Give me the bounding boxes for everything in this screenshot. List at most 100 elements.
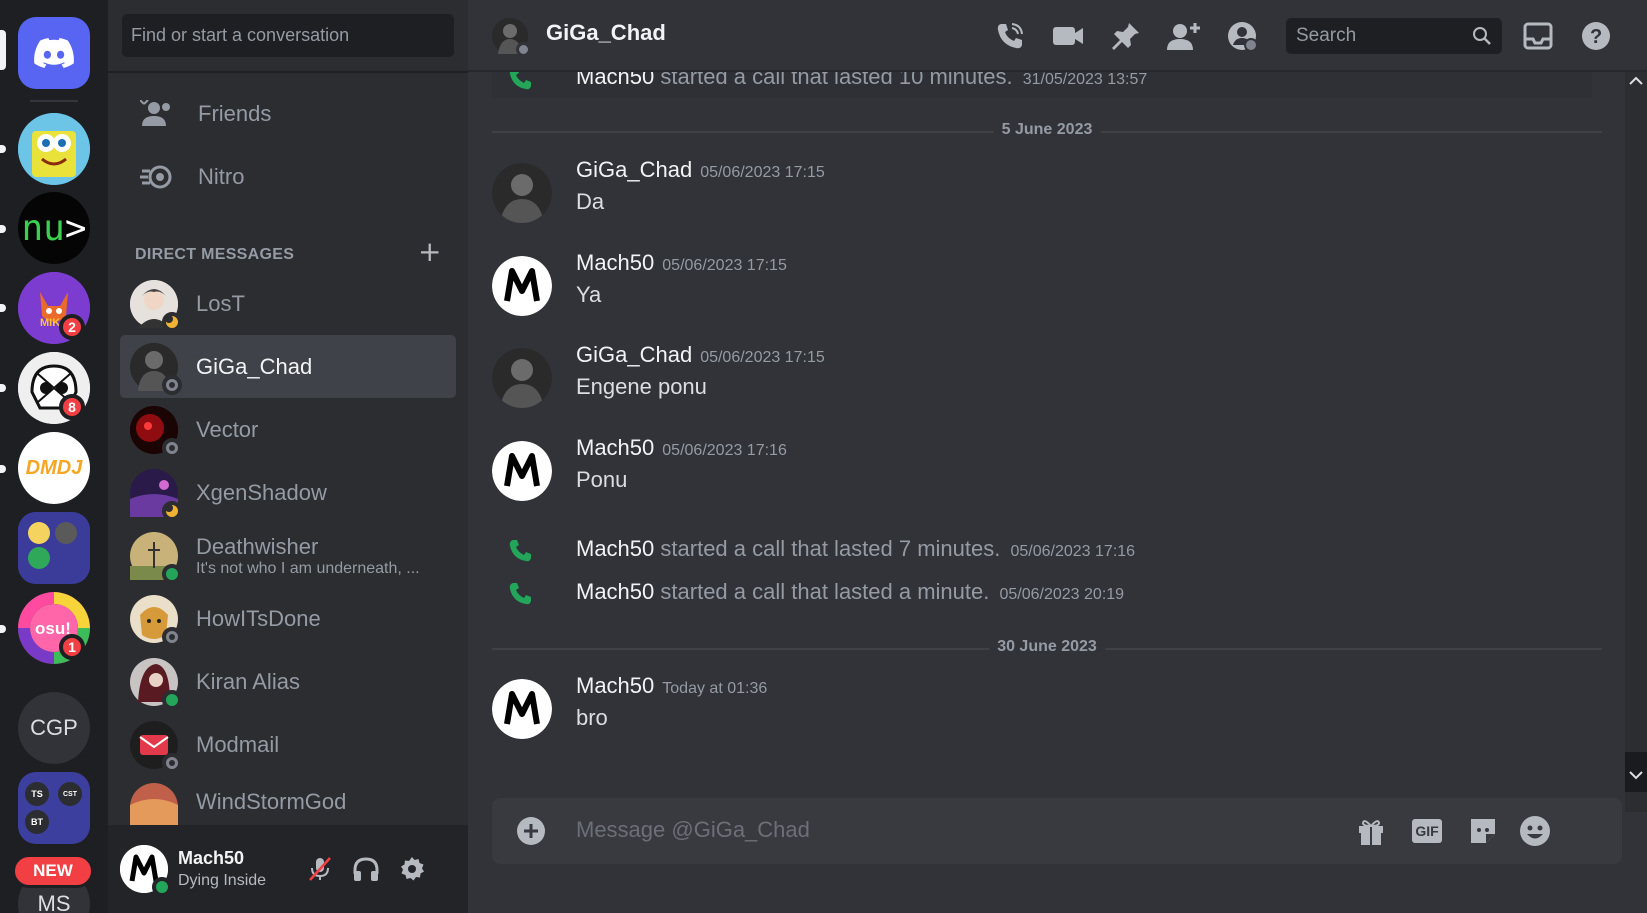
status-offline-icon: [162, 374, 182, 395]
message-input[interactable]: Message @GiGa_Chad: [576, 817, 810, 843]
call-author[interactable]: Mach50: [576, 536, 654, 561]
call-timestamp: 05/06/2023 20:19: [999, 586, 1125, 603]
dm-custom-status: It's not who I am underneath, ...: [196, 559, 420, 577]
nu-server[interactable]: nu>: [18, 192, 90, 264]
search-placeholder: Search: [1296, 25, 1357, 46]
message-timestamp: 05/06/2023 17:15: [662, 257, 787, 274]
message-avatar[interactable]: [492, 348, 552, 408]
message-author[interactable]: GiGa_Chad: [576, 157, 692, 182]
discord-app: nu> MIK 2 8 DMDJ osu! 1 CGP TS CST BT MS…: [0, 0, 1647, 913]
dmdj-server[interactable]: DMDJ: [18, 432, 90, 504]
avatar: [130, 531, 182, 584]
create-dm-button[interactable]: +: [418, 238, 441, 266]
add-user-icon: [1167, 23, 1200, 50]
dm-name: XgenShadow: [196, 479, 327, 505]
dm-item-windstormgod[interactable]: WindStormGod: [120, 776, 456, 825]
folder-server[interactable]: [18, 512, 90, 584]
deafen-button[interactable]: [350, 853, 382, 885]
status-online-icon: [152, 877, 172, 897]
nitro-nav[interactable]: Nitro: [120, 149, 456, 205]
dm-item-giga-chad[interactable]: GiGa_Chad: [120, 335, 456, 398]
message-content: Ya: [576, 282, 602, 307]
message-author[interactable]: GiGa_Chad: [576, 342, 692, 367]
message-author[interactable]: Mach50: [576, 435, 654, 460]
date-divider: 5 June 2023: [492, 121, 1602, 139]
ts-folder[interactable]: TS CST BT: [18, 772, 90, 844]
chevron-up-icon[interactable]: [1629, 76, 1643, 86]
dm-name: Vector: [196, 416, 259, 442]
gif-button[interactable]: GIF: [1410, 815, 1444, 847]
dm-name: Deathwisher: [196, 533, 319, 559]
friends-icon: [140, 100, 170, 126]
date-divider-label: 5 June 2023: [993, 121, 1101, 139]
message-author[interactable]: Mach50: [576, 673, 654, 698]
dm-item-kiran-alias[interactable]: Kiran Alias: [120, 650, 456, 713]
nu-logo-icon: nu>: [21, 207, 87, 249]
message-avatar[interactable]: [492, 163, 552, 223]
call-system-message: Mach50 started a call that lasted 7 minu…: [492, 534, 1592, 566]
svg-text:MIK: MIK: [40, 317, 60, 329]
search-input[interactable]: Search: [1286, 18, 1502, 54]
dm-item-deathwisher[interactable]: Deathwisher It's not who I am underneath…: [120, 524, 456, 587]
message-author-line: Mach50 05/06/2023 17:16: [576, 435, 787, 461]
dm-name: WindStormGod: [196, 789, 347, 814]
upload-button[interactable]: [514, 815, 548, 847]
emoji-button[interactable]: [1518, 815, 1552, 847]
dm-item-lost[interactable]: LosT: [120, 272, 456, 335]
gift-button[interactable]: [1354, 815, 1388, 847]
user-settings-button[interactable]: [396, 853, 428, 885]
message-avatar[interactable]: [492, 441, 552, 501]
search-icon: [1473, 27, 1491, 45]
server-folder-icon: [18, 512, 90, 584]
avatar: [130, 594, 182, 647]
avatar: [130, 342, 182, 395]
user-info[interactable]: Mach50 Dying Inside: [178, 848, 266, 890]
call-author[interactable]: Mach50: [576, 579, 654, 604]
dm-name: Kiran Alias: [196, 668, 300, 694]
status-online-icon: [162, 689, 182, 710]
message-avatar[interactable]: [492, 679, 552, 739]
unread-indicator: [0, 304, 6, 312]
help-button[interactable]: ?: [1578, 18, 1614, 54]
find-conversation-input[interactable]: Find or start a conversation: [122, 14, 454, 57]
cgp-server[interactable]: CGP: [18, 692, 90, 764]
friends-nav[interactable]: Friends: [120, 86, 456, 142]
dm-item-howitsdone[interactable]: HowITsDone: [120, 587, 456, 650]
avatar: [130, 720, 182, 773]
call-ended-phone-icon: [509, 540, 531, 562]
new-unreads-pill[interactable]: NEW: [12, 854, 94, 888]
user-profile-button[interactable]: [1224, 18, 1260, 54]
dm-item-vector[interactable]: Vector: [120, 398, 456, 461]
gif-label: GIF: [1412, 819, 1442, 843]
user-avatar[interactable]: [120, 845, 172, 897]
call-message-line: Mach50 started a call that lasted 10 min…: [576, 72, 1147, 90]
spongebob-server[interactable]: [18, 113, 90, 185]
message-list: Mach50 started a call that lasted 10 min…: [468, 72, 1647, 812]
message-scrollbar[interactable]: [1625, 72, 1647, 812]
unread-indicator: [0, 625, 6, 633]
message-avatar[interactable]: [492, 256, 552, 316]
dm-item-modmail[interactable]: Modmail: [120, 713, 456, 776]
dm-item-xgenshadow[interactable]: XgenShadow: [120, 461, 456, 524]
pinned-messages-button[interactable]: [1108, 18, 1144, 54]
sticker-button[interactable]: [1466, 815, 1500, 847]
home-button[interactable]: [18, 17, 90, 89]
chevron-down-icon[interactable]: [1629, 770, 1643, 780]
status-idle-icon: [162, 311, 182, 332]
svg-text:?: ?: [1590, 26, 1602, 48]
start-voice-call-button[interactable]: [992, 18, 1028, 54]
inbox-button[interactable]: [1520, 18, 1556, 54]
avatar: [130, 657, 182, 710]
call-author[interactable]: Mach50: [576, 72, 654, 89]
start-video-call-button[interactable]: [1050, 18, 1086, 54]
mute-button[interactable]: [304, 853, 336, 885]
mention-badge: 1: [59, 634, 85, 660]
call-ended-phone-icon: [509, 583, 531, 605]
message-author[interactable]: Mach50: [576, 250, 654, 275]
unread-indicator: [0, 465, 6, 473]
call-text: started a call that lasted 10 minutes.: [660, 72, 1013, 89]
add-friends-to-dm-button[interactable]: [1166, 18, 1202, 54]
dm-header-separator: [108, 71, 468, 73]
status-offline-icon: [162, 626, 182, 647]
status-offline-icon: [516, 42, 531, 57]
